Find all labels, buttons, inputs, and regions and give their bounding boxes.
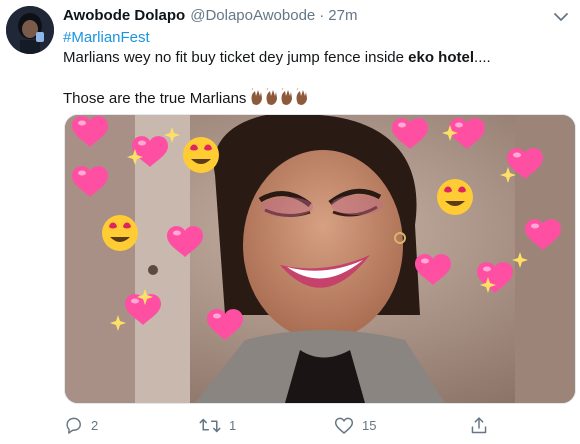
tweet-text: #MarlianFest Marlians wey no fit buy tic… [63,28,568,109]
tweet-line-1: Marlians wey no fit buy ticket dey jump … [63,48,568,68]
header-separator: · [319,7,325,24]
reply-button[interactable]: 2 [64,416,98,435]
tweet-card[interactable]: Awobode Dolapo @DolapoAwobode · 27m #Mar… [0,0,580,444]
tweet-line-1-prefix: Marlians wey no fit buy ticket dey jump … [63,49,409,66]
tweet-header: Awobode Dolapo @DolapoAwobode · 27m [63,7,357,27]
chevron-down-icon [554,13,568,21]
reply-count: 2 [91,417,99,433]
retweet-count: 1 [229,417,237,433]
reply-icon [66,417,81,434]
heart-icon [334,417,354,434]
clapping-hands-emoji [250,88,310,106]
timestamp[interactable]: 27m [328,7,357,24]
tweet-media-photo[interactable] [64,114,576,404]
like-count: 15 [362,417,377,433]
retweet-button[interactable]: 1 [199,416,236,435]
tweet-line-1-bold: eko hotel [408,49,475,66]
tweet-actions: 2 1 15 [64,412,574,438]
more-options-button[interactable] [552,8,570,26]
tweet-line-2: Those are the true Marlians [63,88,568,109]
avatar[interactable] [6,6,54,54]
retweet-icon [199,418,221,432]
share-button[interactable] [470,416,496,435]
author-name[interactable]: Awobode Dolapo [63,7,185,24]
tweet-line-2-text: Those are the true Marlians [63,90,247,107]
like-button[interactable]: 15 [334,416,376,435]
author-handle[interactable]: @DolapoAwobode [190,7,315,24]
share-icon [471,416,487,433]
tweet-line-1-suffix: .... [474,49,491,66]
hashtag-link[interactable]: #MarlianFest [63,28,568,48]
